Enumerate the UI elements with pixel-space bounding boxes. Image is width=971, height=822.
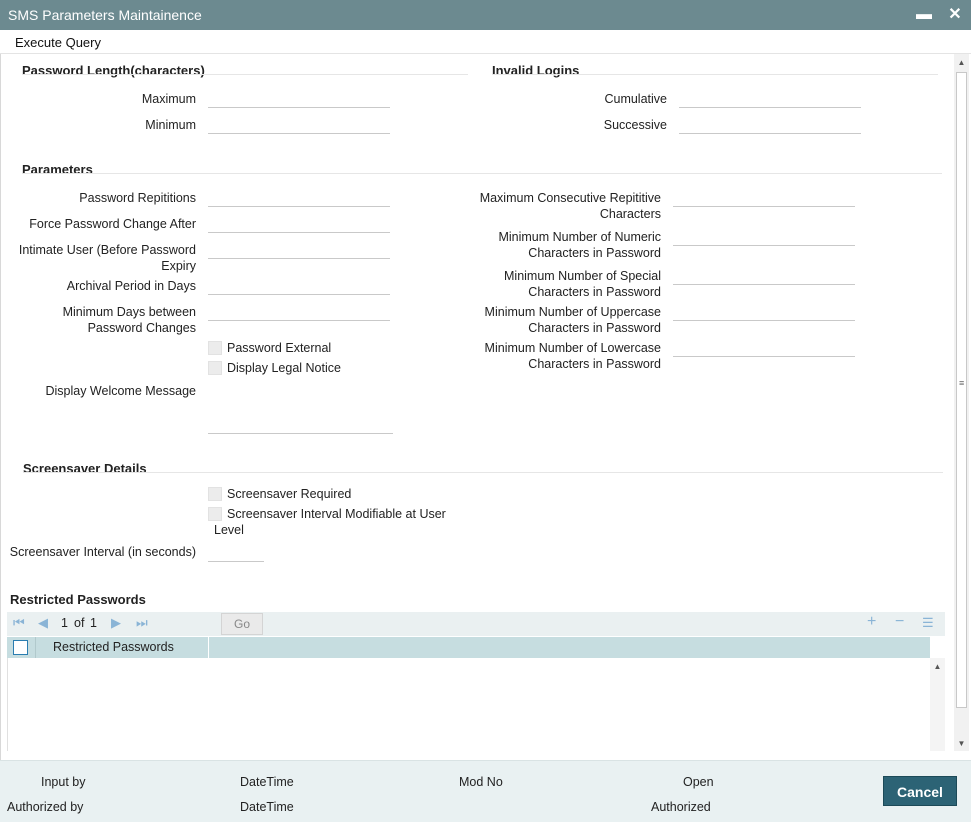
mod-no-label: Mod No <box>459 775 503 789</box>
page-of: of <box>74 616 85 630</box>
screensaver-interval-input[interactable] <box>208 542 264 562</box>
screensaver-required-label: Screensaver Required <box>227 487 352 501</box>
column-divider <box>208 637 209 658</box>
welcome-message-textarea[interactable] <box>208 380 393 434</box>
grid-header: Restricted Passwords <box>7 637 930 658</box>
min-numeric-label: Minimum Number of Numeric Characters in … <box>498 230 661 260</box>
force-password-change-input[interactable] <box>208 213 390 233</box>
min-special-input[interactable] <box>673 265 855 285</box>
password-length-title: Password Length(characters) <box>22 63 205 78</box>
password-repititions-input[interactable] <box>208 187 390 207</box>
add-row-icon[interactable]: + <box>867 613 876 631</box>
scroll-down-icon[interactable]: ▼ <box>954 739 969 748</box>
cumulative-input[interactable] <box>679 88 861 108</box>
scroll-thumb[interactable]: ≡ <box>956 72 967 708</box>
minimum-input[interactable] <box>208 114 390 134</box>
datetime-label: DateTime <box>240 775 294 789</box>
last-page-icon[interactable]: ⏭ <box>136 615 148 631</box>
divider <box>22 173 942 174</box>
menu-bar: Execute Query <box>0 30 971 54</box>
parameters-title: Parameters <box>22 162 93 177</box>
password-external-label: Password External <box>227 341 332 355</box>
main-scrollbar[interactable]: ▲ ≡ ▼ <box>954 54 969 751</box>
column-divider <box>35 637 36 658</box>
screensaver-interval-label: Screensaver Interval (in seconds) <box>9 545 196 559</box>
cumulative-label: Cumulative <box>604 92 667 106</box>
execute-query-menu[interactable]: Execute Query <box>15 35 101 50</box>
footer: Input by DateTime Mod No Open Authorized… <box>0 760 971 822</box>
intimate-user-input[interactable] <box>208 239 390 259</box>
select-all-checkbox[interactable] <box>13 640 28 655</box>
divider <box>23 472 943 473</box>
restricted-passwords-title: Restricted Passwords <box>10 592 146 607</box>
display-legal-notice-checkbox[interactable] <box>208 361 222 375</box>
open-label: Open <box>683 775 714 789</box>
minimum-label: Minimum <box>145 118 196 132</box>
first-page-icon[interactable]: ⏮ <box>13 615 25 631</box>
scroll-up-icon[interactable]: ▲ <box>954 58 969 67</box>
window-title: SMS Parameters Maintainence <box>8 7 202 23</box>
screensaver-modifiable-label: Screensaver Interval Modifiable at User … <box>214 507 446 537</box>
divider <box>22 74 468 75</box>
display-welcome-message-label: Display Welcome Message <box>45 384 196 398</box>
authorized-by-label: Authorized by <box>7 800 84 814</box>
min-lowercase-label: Minimum Number of Lowercase Characters i… <box>484 341 661 371</box>
successive-label: Successive <box>603 118 667 132</box>
page-current: 1 <box>61 616 68 630</box>
min-days-between-input[interactable] <box>208 301 390 321</box>
min-special-label: Minimum Number of Special Characters in … <box>504 269 661 299</box>
force-password-change-label: Force Password Change After <box>29 217 196 231</box>
divider <box>492 74 938 75</box>
min-uppercase-label: Minimum Number of Uppercase Characters i… <box>484 305 661 335</box>
intimate-user-label: Intimate User (Before Password Expiry <box>18 243 196 273</box>
display-legal-notice-label: Display Legal Notice <box>227 361 341 375</box>
min-numeric-input[interactable] <box>673 226 855 246</box>
page-total: 1 <box>90 616 97 630</box>
password-external-checkbox[interactable] <box>208 341 222 355</box>
min-lowercase-input[interactable] <box>673 337 855 357</box>
successive-input[interactable] <box>679 114 861 134</box>
invalid-logins-title: Invalid Logins <box>492 63 580 78</box>
list-view-icon[interactable]: ☰ <box>922 615 934 631</box>
next-page-icon[interactable]: ▶ <box>111 615 121 631</box>
datetime-label: DateTime <box>240 800 294 814</box>
restricted-passwords-column-header[interactable]: Restricted Passwords <box>53 640 174 654</box>
delete-row-icon[interactable]: − <box>895 613 904 631</box>
min-days-between-label: Minimum Days between Password Changes <box>62 305 196 335</box>
screensaver-required-checkbox[interactable] <box>208 487 222 501</box>
authorized-label: Authorized <box>651 800 711 814</box>
maximum-label: Maximum <box>141 92 196 106</box>
previous-page-icon[interactable]: ◀ <box>38 615 48 631</box>
archival-period-label: Archival Period in Days <box>66 279 196 293</box>
title-bar: SMS Parameters Maintainence ▬ ✕ <box>0 0 971 30</box>
cancel-button[interactable]: Cancel <box>883 776 957 806</box>
scroll-up-icon[interactable]: ▲ <box>930 662 945 671</box>
screensaver-title: Screensaver Details <box>23 461 147 476</box>
close-icon[interactable]: ✕ <box>945 4 965 26</box>
go-button[interactable]: Go <box>221 613 263 635</box>
max-consecutive-repititive-label: Maximum Consecutive Repititive Character… <box>479 191 661 221</box>
archival-period-input[interactable] <box>208 275 390 295</box>
grid-toolbar: ⏮ ◀ 1 of 1 ▶ ⏭ Go + − ☰ <box>7 612 945 636</box>
minimize-icon[interactable]: ▬ <box>914 4 934 26</box>
grid-scrollbar[interactable]: ▲ <box>930 658 945 751</box>
max-consecutive-repititive-input[interactable] <box>673 187 855 207</box>
grid-body <box>7 658 930 751</box>
grip-icon: ≡ <box>959 378 965 388</box>
input-by-label: Input by <box>41 775 86 789</box>
maximum-input[interactable] <box>208 88 390 108</box>
password-repititions-label: Password Repititions <box>79 191 196 205</box>
min-uppercase-input[interactable] <box>673 301 855 321</box>
